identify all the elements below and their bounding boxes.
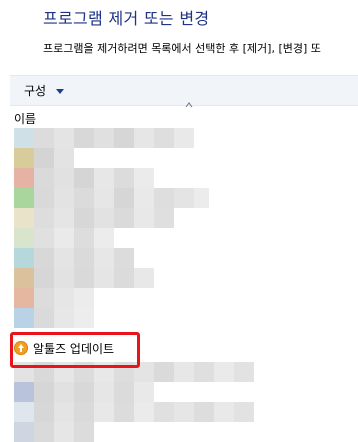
- organize-button[interactable]: 구성: [24, 82, 65, 99]
- list-item[interactable]: [14, 128, 358, 148]
- list-item[interactable]: [14, 268, 358, 288]
- toolbar: 구성: [10, 75, 358, 106]
- page-subtitle: 프로그램을 제거하려면 목록에서 선택한 후 [제거], [변경] 또: [43, 42, 321, 55]
- list-item[interactable]: [14, 422, 358, 442]
- list-item[interactable]: [14, 208, 358, 228]
- program-list: [14, 128, 358, 328]
- highlight-box: [10, 332, 140, 368]
- list-item[interactable]: [14, 168, 358, 188]
- organize-label: 구성: [24, 84, 47, 98]
- list-item[interactable]: [14, 228, 358, 248]
- program-list-lower: [14, 362, 358, 442]
- list-item[interactable]: [14, 248, 358, 268]
- list-item[interactable]: [14, 188, 358, 208]
- chevron-down-icon: [56, 88, 65, 94]
- list-item[interactable]: [14, 288, 358, 308]
- sort-ascending-icon: [185, 102, 193, 108]
- list-item[interactable]: [14, 382, 358, 402]
- list-item[interactable]: [14, 308, 358, 328]
- list-item[interactable]: [14, 402, 358, 422]
- page-title: 프로그램 제거 또는 변경: [43, 9, 210, 28]
- list-item[interactable]: [14, 148, 358, 168]
- column-header-name[interactable]: 이름: [14, 110, 36, 127]
